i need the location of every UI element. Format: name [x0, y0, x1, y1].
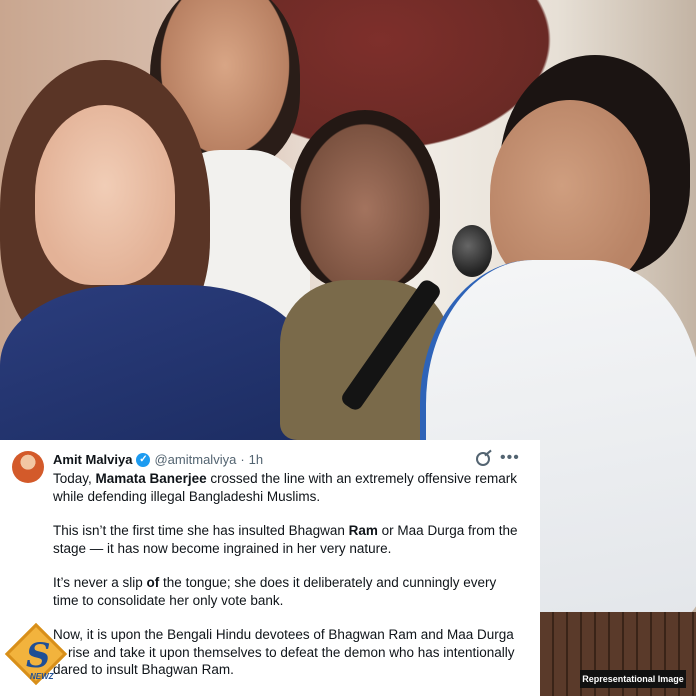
p2-pre: This isn’t the first time she has insult… — [53, 523, 349, 538]
author-handle[interactable]: @amitmalviya — [154, 452, 236, 467]
post-time[interactable]: 1h — [249, 452, 263, 467]
p1-pre: Today, — [53, 471, 96, 486]
representational-image-badge: Representational Image — [580, 670, 686, 688]
logo-text: NEWZ — [30, 672, 54, 681]
grok-icon[interactable] — [476, 452, 490, 466]
p2-bold: Ram — [348, 523, 378, 538]
verified-badge-icon: ✓ — [136, 452, 151, 467]
separator-dot: · — [240, 452, 245, 467]
newz-logo: S NEWZ — [4, 622, 68, 686]
author-name[interactable]: Amit Malviya — [53, 452, 132, 467]
tweet-paragraph-4: Now, it is upon the Bengali Hindu devote… — [53, 627, 515, 677]
p1-bold: Mamata Banerjee — [95, 471, 207, 486]
tweet-paragraph-2: This isn’t the first time she has insult… — [53, 522, 523, 557]
microphone-head — [452, 225, 492, 277]
tweet-header: Amit Malviya ✓ @amitmalviya · 1h — [53, 452, 263, 467]
left-woman-face — [35, 105, 175, 285]
logo-letter: S — [26, 636, 51, 676]
tweet-paragraph-3: It’s never a slip of the tongue; she doe… — [53, 574, 523, 609]
author-avatar[interactable] — [12, 451, 44, 483]
more-icon[interactable]: ••• — [500, 449, 520, 467]
middle-woman — [290, 110, 440, 290]
tweet-paragraph-1: Today, Mamata Banerjee crossed the line … — [53, 470, 523, 505]
tweet-text: Today, Mamata Banerjee crossed the line … — [53, 470, 523, 696]
p3-pre: It’s never a slip — [53, 575, 147, 590]
p3-bold: of — [146, 575, 160, 590]
